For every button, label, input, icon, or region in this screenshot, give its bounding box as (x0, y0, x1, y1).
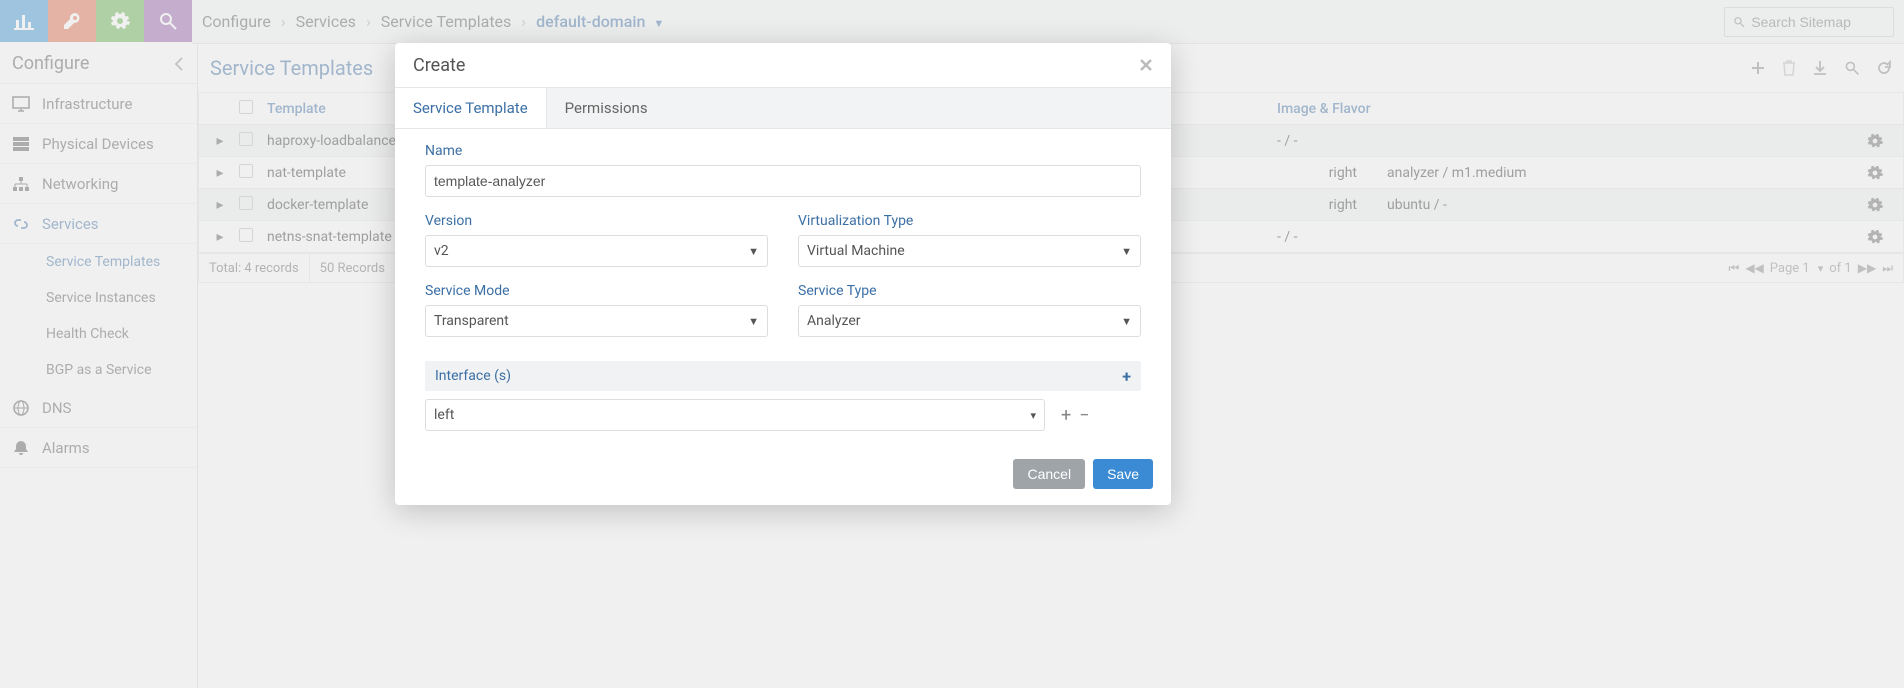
name-input[interactable] (425, 165, 1141, 197)
interfaces-label: Interface (s) (435, 368, 511, 384)
service-type-label: Service Type (798, 283, 1141, 299)
create-modal: Create Service Template Permissions Name… (395, 43, 1171, 505)
service-mode-label: Service Mode (425, 283, 768, 299)
save-button[interactable]: Save (1093, 459, 1153, 489)
chevron-down-icon: ▼ (1121, 315, 1132, 328)
modal-tabs: Service Template Permissions (395, 87, 1171, 129)
interface-remove-button[interactable]: − (1079, 405, 1089, 426)
version-label: Version (425, 213, 768, 229)
chevron-down-icon: ▼ (748, 315, 759, 328)
chevron-down-icon: ▼ (1121, 245, 1132, 258)
service-type-select[interactable]: Analyzer ▼ (798, 305, 1141, 337)
chevron-down-icon: ▼ (748, 245, 759, 258)
cancel-button[interactable]: Cancel (1013, 459, 1085, 489)
service-mode-select[interactable]: Transparent ▼ (425, 305, 768, 337)
interface-add-button[interactable]: + (1061, 405, 1071, 426)
name-label: Name (425, 143, 1141, 159)
add-interface-button[interactable]: + (1122, 367, 1131, 386)
chevron-down-icon: ▾ (1030, 409, 1036, 422)
tab-service-template[interactable]: Service Template (395, 88, 547, 128)
virtualization-label: Virtualization Type (798, 213, 1141, 229)
close-icon (1139, 58, 1153, 72)
interfaces-section-header: Interface (s) + (425, 361, 1141, 391)
virtualization-select[interactable]: Virtual Machine ▼ (798, 235, 1141, 267)
modal-close-button[interactable] (1139, 58, 1153, 72)
modal-title: Create (413, 55, 465, 76)
version-select[interactable]: v2 ▼ (425, 235, 768, 267)
tab-permissions[interactable]: Permissions (547, 88, 666, 128)
interface-select[interactable]: left ▾ (425, 399, 1045, 431)
